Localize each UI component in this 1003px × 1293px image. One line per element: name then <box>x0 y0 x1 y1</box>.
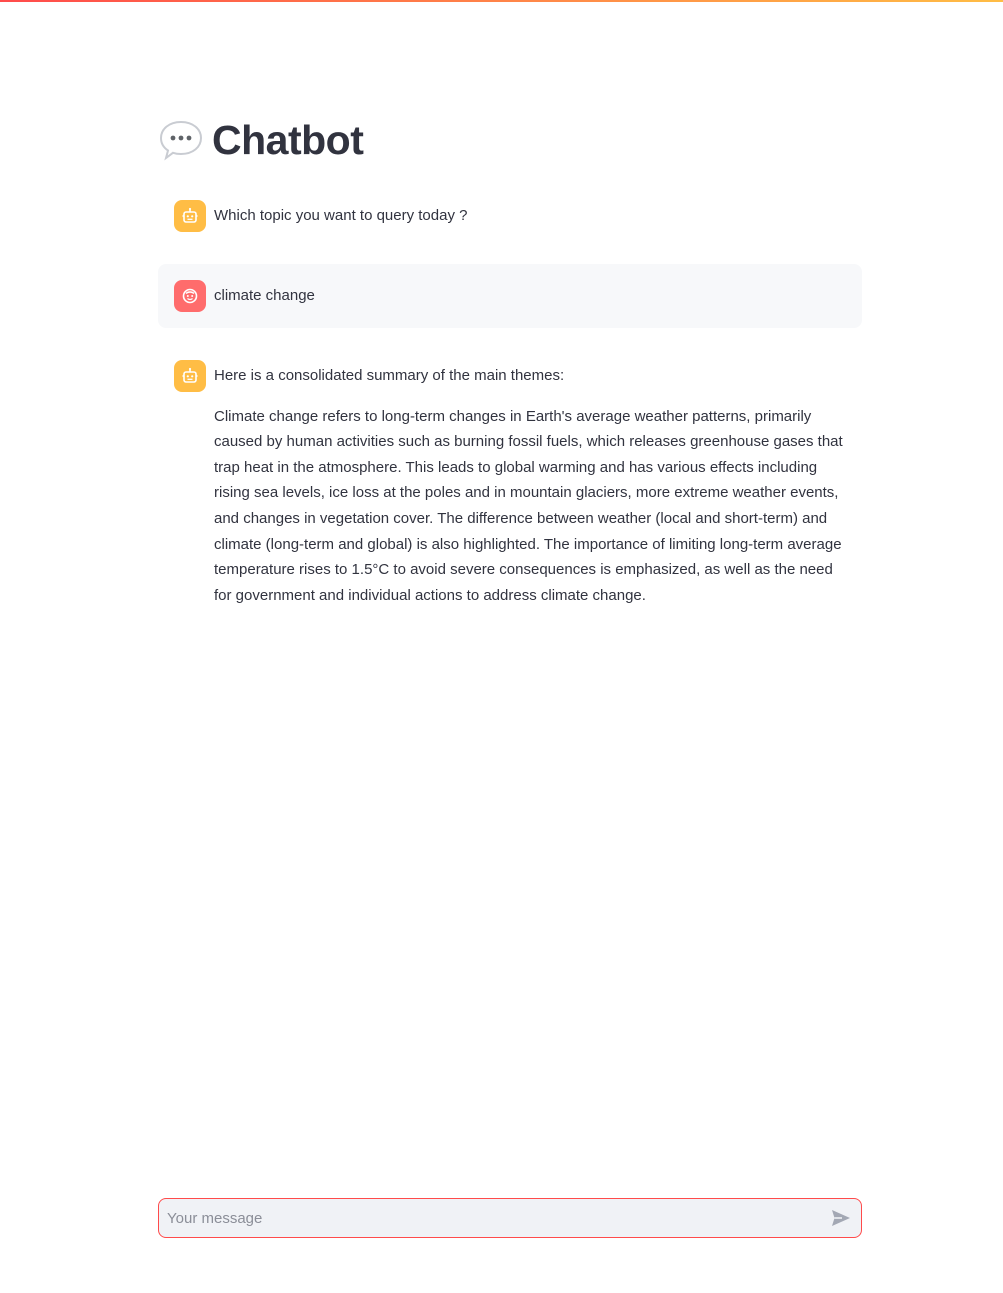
top-decoration-bar <box>0 0 1003 2</box>
chat-message-user: climate change <box>158 264 862 328</box>
send-arrow-icon <box>832 1210 850 1226</box>
message-text: Climate change refers to long-term chang… <box>214 407 843 604</box>
chat-message-input[interactable] <box>159 1199 821 1237</box>
page-title: Chatbot <box>212 116 364 163</box>
smiley-face-icon <box>174 280 206 312</box>
message-text: Which topic you want to query today ? <box>214 207 468 224</box>
message-text: climate change <box>214 287 315 304</box>
chat-message-assistant: Which topic you want to query today ? <box>158 184 862 248</box>
message-content: climate change <box>214 280 846 309</box>
robot-icon <box>174 360 206 392</box>
chat-input-container <box>158 1198 862 1238</box>
send-button[interactable] <box>821 1199 861 1237</box>
chat-message-assistant: Here is a consolidated summary of the ma… <box>158 344 862 624</box>
message-content: Here is a consolidated summary of the ma… <box>214 360 846 608</box>
message-text: Here is a consolidated summary of the ma… <box>214 367 565 384</box>
page-header: Chatbot <box>158 112 364 168</box>
message-content: Which topic you want to query today ? <box>214 200 846 229</box>
speech-bubble-icon <box>158 117 204 163</box>
robot-icon <box>174 200 206 232</box>
